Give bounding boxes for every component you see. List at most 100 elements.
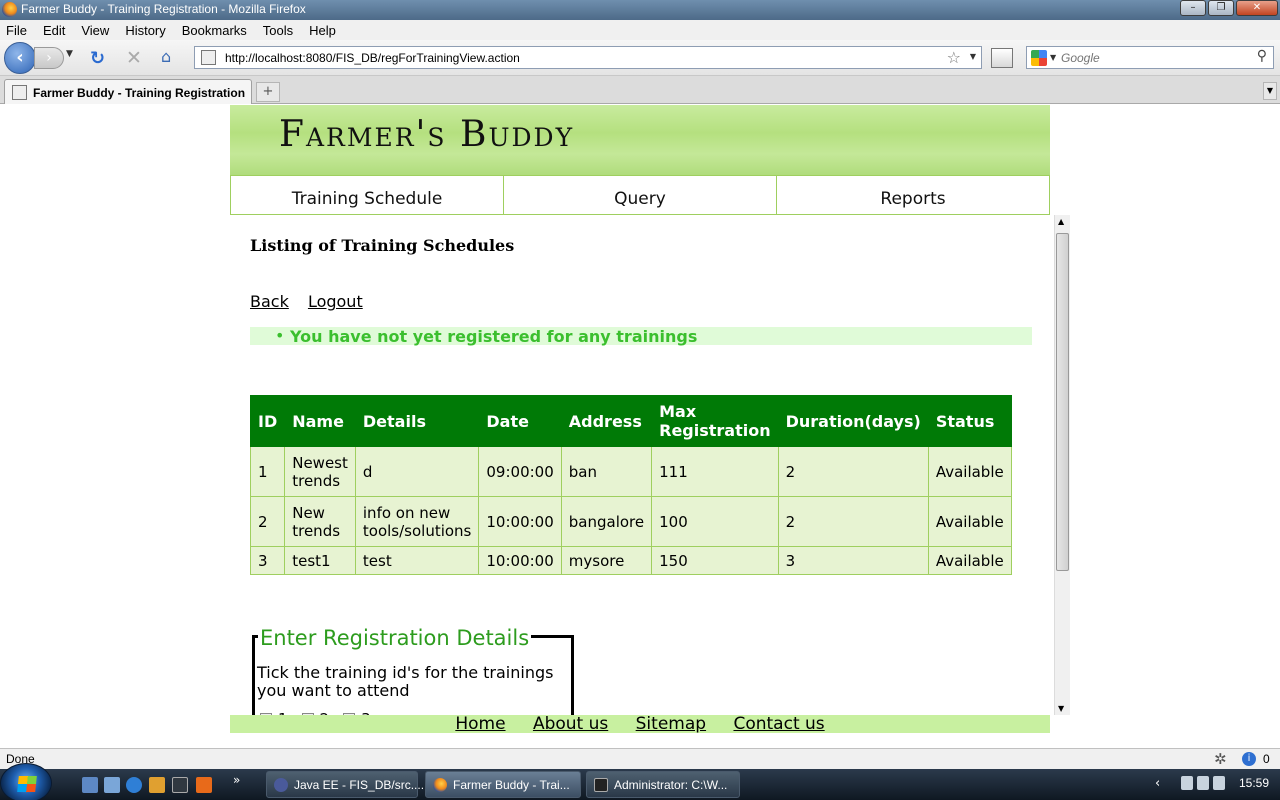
footer-about-link[interactable]: About us — [533, 714, 608, 734]
bullet-icon: • — [275, 326, 285, 345]
tray-expand-icon[interactable]: ‹ — [1155, 776, 1160, 791]
minimize-button[interactable]: – — [1180, 0, 1206, 16]
addon-gear-icon[interactable]: ✲ — [1214, 750, 1227, 768]
column-header-details: Details — [354, 395, 480, 447]
taskbar-button-cmd[interactable]: Administrator: C:\W... — [586, 771, 740, 798]
registration-fieldset: Enter Registration Details Tick the trai… — [252, 626, 574, 715]
menu-tools[interactable]: Tools — [261, 23, 295, 38]
windows-logo-icon — [17, 776, 37, 792]
column-header-status: Status — [927, 395, 1012, 447]
column-header-address: Address — [560, 395, 653, 447]
page-favicon-icon — [201, 50, 216, 65]
taskbar-button-firefox[interactable]: Farmer Buddy - Trai... — [425, 771, 581, 798]
table-row: 1 Newest trends d 09:00:00 ban 111 2 Ava… — [249, 446, 1012, 497]
menu-file[interactable]: File — [4, 23, 29, 38]
message-text: You have not yet registered for any trai… — [290, 327, 698, 346]
cell-details: test — [354, 546, 480, 575]
nav-training-schedule[interactable]: Training Schedule — [231, 176, 504, 214]
site-header: Farmer's Buddy — [230, 105, 1050, 175]
registration-legend: Enter Registration Details — [258, 626, 532, 650]
home-icon[interactable]: ⌂ — [161, 47, 181, 67]
back-button[interactable]: ‹ — [4, 42, 36, 74]
page-links: Back Logout — [250, 292, 377, 311]
cell-name: New trends — [284, 496, 356, 547]
taskbar-label: Administrator: C:\W... — [614, 778, 728, 792]
nav-reports[interactable]: Reports — [777, 176, 1049, 214]
menu-help[interactable]: Help — [307, 23, 338, 38]
nav-query[interactable]: Query — [504, 176, 777, 214]
footer-sitemap-link[interactable]: Sitemap — [636, 714, 706, 734]
search-engine-dropdown-icon[interactable]: ▼ — [1050, 53, 1056, 62]
menu-bookmarks[interactable]: Bookmarks — [180, 23, 249, 38]
search-bar[interactable]: ▼ ⚲ — [1026, 46, 1274, 69]
scroll-down-icon[interactable]: ▼ — [1058, 704, 1064, 713]
menu-view[interactable]: View — [79, 23, 111, 38]
back-link[interactable]: Back — [250, 292, 289, 311]
site-logo: Farmer's Buddy — [279, 114, 575, 155]
menu-history[interactable]: History — [123, 23, 167, 38]
internet-explorer-icon[interactable] — [126, 777, 142, 793]
column-header-date: Date — [478, 395, 562, 447]
table-row: 2 New trends info on new tools/solutions… — [249, 496, 1012, 547]
stop-icon[interactable]: ✕ — [126, 47, 142, 69]
media-player-icon[interactable] — [149, 777, 165, 793]
window-controls: – ❐ ✕ — [1178, 0, 1278, 18]
switch-windows-icon[interactable] — [104, 777, 120, 793]
eclipse-icon — [274, 778, 288, 792]
cell-address: bangalore — [560, 496, 653, 547]
history-dropdown-icon[interactable]: ▼ — [66, 49, 73, 59]
new-tab-button[interactable]: + — [256, 82, 280, 102]
footer-contact-link[interactable]: Contact us — [733, 714, 824, 734]
firefox-taskbar-icon — [433, 778, 447, 792]
status-info-icon[interactable]: i — [1242, 752, 1256, 766]
menu-edit[interactable]: Edit — [41, 23, 67, 38]
tab-list-dropdown-icon[interactable]: ▼ — [1263, 82, 1277, 100]
cell-address: mysore — [560, 546, 653, 575]
show-desktop-icon[interactable] — [82, 777, 98, 793]
maximize-button[interactable]: ❐ — [1208, 0, 1234, 16]
footer-home-link[interactable]: Home — [455, 714, 505, 734]
column-header-name: Name — [284, 395, 356, 447]
cell-status: Available — [927, 546, 1012, 575]
taskbar-label: Java EE - FIS_DB/src.... — [294, 778, 425, 792]
cell-status: Available — [927, 446, 1012, 497]
volume-icon[interactable] — [1213, 776, 1225, 790]
column-header-duration: Duration(days) — [777, 395, 929, 447]
taskbar-clock[interactable]: 15:59 — [1239, 776, 1269, 790]
tab-training-registration[interactable]: Farmer Buddy - Training Registration — [4, 79, 252, 104]
status-count: 0 — [1263, 752, 1270, 766]
vertical-scrollbar[interactable]: ▲ ▼ — [1054, 215, 1070, 715]
cell-date: 10:00:00 — [478, 496, 562, 547]
quicklaunch-more-icon[interactable]: » — [233, 773, 240, 787]
page-viewport: Farmer's Buddy Training Schedule Query R… — [0, 105, 1280, 748]
taskbar-button-eclipse[interactable]: Java EE - FIS_DB/src.... — [266, 771, 424, 798]
forward-button[interactable]: › — [34, 47, 64, 69]
table-row: 3 test1 test 10:00:00 mysore 150 3 Avail… — [249, 546, 1012, 575]
downloads-icon[interactable] — [991, 48, 1013, 68]
close-button[interactable]: ✕ — [1236, 0, 1278, 16]
tray-app-icon[interactable] — [1181, 776, 1193, 790]
command-prompt-icon[interactable] — [172, 777, 188, 793]
search-input[interactable] — [1061, 50, 1241, 66]
taskbar-label: Farmer Buddy - Trai... — [453, 778, 570, 792]
scroll-thumb[interactable] — [1056, 233, 1069, 571]
cell-name: test1 — [284, 546, 356, 575]
address-bar[interactable]: http://localhost:8080/FIS_DB/regForTrain… — [194, 46, 982, 69]
scroll-up-icon[interactable]: ▲ — [1058, 217, 1064, 226]
network-icon[interactable] — [1197, 776, 1209, 790]
reload-icon[interactable]: ↻ — [90, 48, 105, 69]
address-url[interactable]: http://localhost:8080/FIS_DB/regForTrain… — [225, 51, 520, 65]
cell-id: 3 — [249, 546, 286, 575]
system-tray — [1181, 776, 1231, 792]
start-button[interactable] — [0, 763, 52, 800]
table-header-row: ID Name Details Date Address Max Registr… — [249, 395, 1012, 447]
logout-link[interactable]: Logout — [308, 292, 363, 311]
page-title: Listing of Training Schedules — [250, 236, 515, 255]
vlc-icon[interactable] — [196, 777, 212, 793]
bookmark-star-icon[interactable]: ☆ — [947, 48, 961, 67]
tab-bar: Farmer Buddy - Training Registration + ▼ — [0, 76, 1280, 104]
url-history-dropdown-icon[interactable]: ▼ — [970, 52, 976, 61]
search-icon[interactable]: ⚲ — [1257, 48, 1267, 64]
firefox-icon — [2, 2, 17, 17]
google-icon[interactable] — [1031, 50, 1047, 66]
